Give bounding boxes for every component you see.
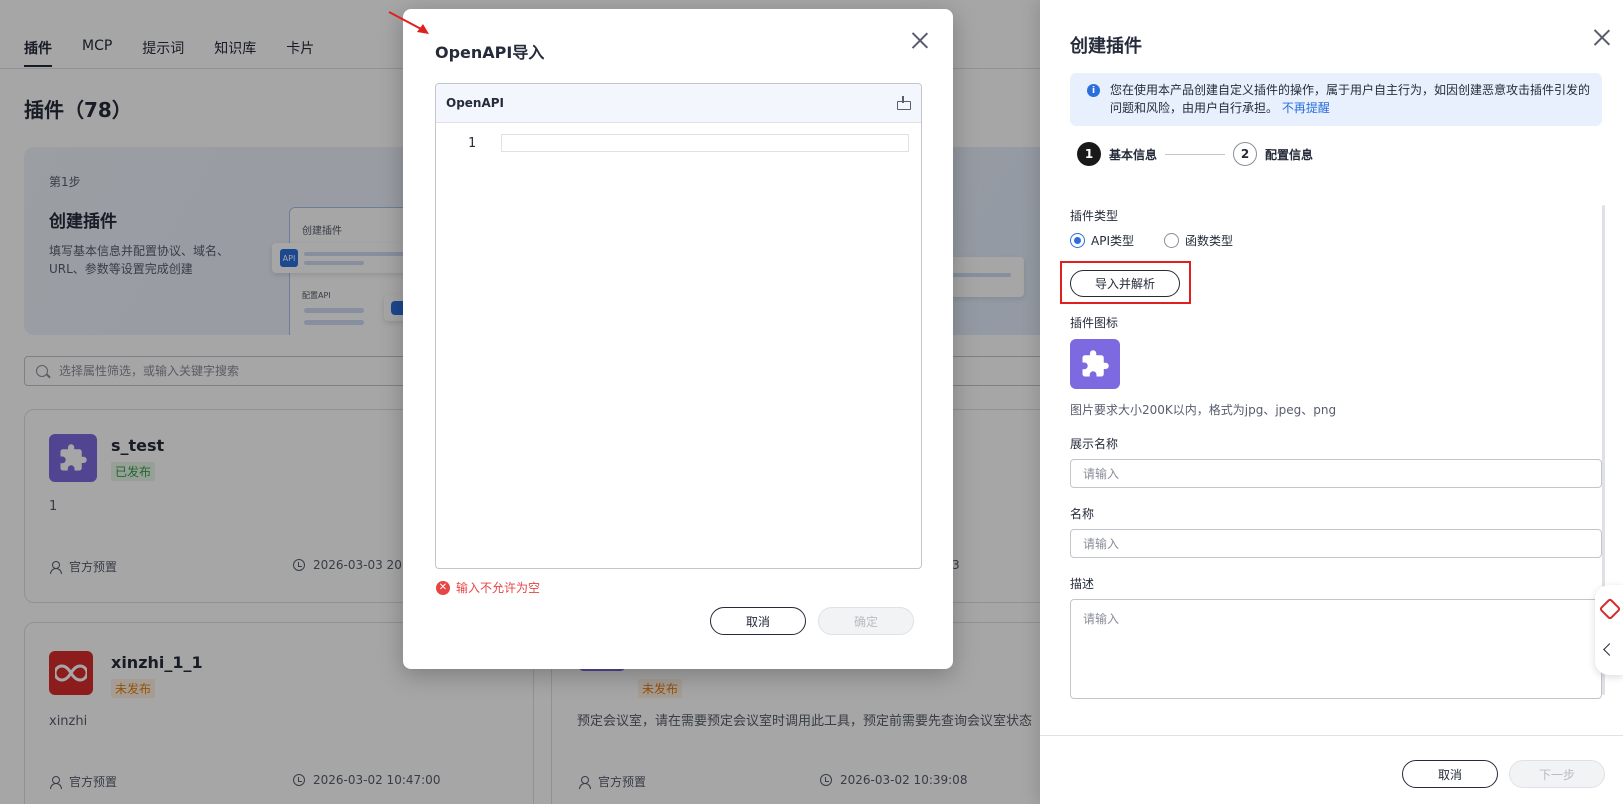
- error-icon: ✕: [436, 580, 450, 595]
- line-number: 1: [468, 136, 476, 151]
- info-icon: i: [1087, 84, 1100, 97]
- desc-label: 描述: [1070, 577, 1095, 591]
- radio-dot[interactable]: [1070, 233, 1085, 248]
- dialog-confirm-button[interactable]: 确定: [818, 607, 914, 635]
- name-input[interactable]: [1070, 529, 1602, 558]
- icon-hint: 图片要求大小200K以内，格式为jpg、jpeg、png: [1070, 403, 1337, 417]
- notice-text: 您在使用本产品创建自定义插件的操作，属于用户自主行为，如因创建恶意攻击插件引发的…: [1110, 83, 1591, 115]
- assistant-icon[interactable]: [1598, 597, 1622, 621]
- openapi-import-dialog: OpenAPI导入 OpenAPI 1 ✕ 输入不允许为空 取消 确定: [403, 9, 953, 669]
- desc-textarea[interactable]: [1070, 599, 1602, 699]
- close-icon[interactable]: [1593, 28, 1611, 46]
- display-name-label: 展示名称: [1070, 437, 1119, 451]
- display-name-input[interactable]: [1070, 459, 1602, 488]
- floating-toolbar[interactable]: [1595, 585, 1623, 675]
- chevron-left-icon[interactable]: [1603, 643, 1616, 656]
- plugin-icon-upload[interactable]: [1070, 339, 1120, 389]
- puzzle-icon: [1082, 350, 1109, 377]
- clear-icon[interactable]: [897, 96, 911, 110]
- panel-cancel-button[interactable]: 取消: [1402, 760, 1498, 788]
- step-label: 配置信息: [1265, 147, 1314, 162]
- step-number: 1: [1077, 142, 1101, 166]
- radio-label: 函数类型: [1185, 234, 1234, 248]
- editor-header: OpenAPI: [436, 84, 921, 123]
- dismiss-link[interactable]: 不再提醒: [1282, 101, 1330, 115]
- annotation-arrow-icon: [388, 11, 429, 34]
- step-label: 基本信息: [1109, 147, 1158, 162]
- error-text: 输入不允许为空: [456, 581, 541, 595]
- dialog-cancel-button[interactable]: 取消: [710, 607, 806, 635]
- icon-label: 插件图标: [1070, 316, 1119, 330]
- step-connector: [1165, 153, 1226, 155]
- stepper: 1 基本信息 2 配置信息: [1077, 142, 1313, 166]
- radio-dot[interactable]: [1164, 233, 1179, 248]
- editor-label: OpenAPI: [446, 96, 505, 110]
- import-parse-button[interactable]: 导入并解析: [1070, 270, 1180, 297]
- radio-function-type[interactable]: 函数类型: [1164, 232, 1233, 249]
- radio-api-type[interactable]: API类型: [1070, 232, 1134, 249]
- step-number: 2: [1233, 142, 1258, 166]
- code-input-line[interactable]: [501, 134, 909, 152]
- create-plugin-panel: 创建插件 i 您在使用本产品创建自定义插件的操作，属于用户自主行为，如因创建恶意…: [1040, 0, 1623, 804]
- next-step-button[interactable]: 下一步: [1509, 760, 1605, 788]
- name-label: 名称: [1070, 507, 1095, 521]
- openapi-editor[interactable]: OpenAPI 1: [435, 83, 922, 569]
- type-label: 插件类型: [1070, 209, 1119, 223]
- validation-error: ✕ 输入不允许为空: [436, 579, 540, 596]
- radio-label: API类型: [1091, 234, 1134, 248]
- close-icon[interactable]: [911, 31, 929, 49]
- type-radio-group: API类型 函数类型: [1070, 232, 1233, 249]
- dialog-title: OpenAPI导入: [435, 43, 545, 62]
- notice-bar: i 您在使用本产品创建自定义插件的操作，属于用户自主行为，如因创建恶意攻击插件引…: [1070, 73, 1602, 126]
- footer-divider: [1040, 735, 1623, 736]
- panel-title: 创建插件: [1070, 36, 1142, 57]
